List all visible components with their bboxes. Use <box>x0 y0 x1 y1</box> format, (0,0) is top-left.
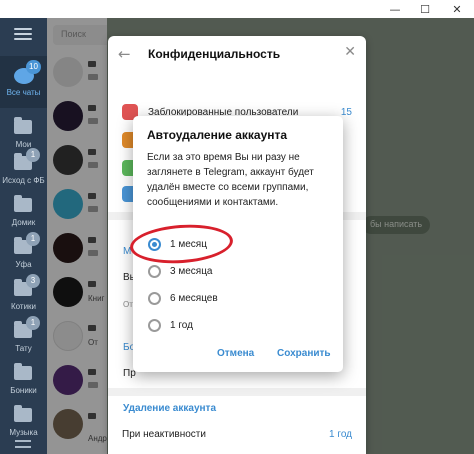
folder-icon <box>14 363 32 380</box>
radio-icon[interactable] <box>148 265 161 278</box>
folder-icon <box>14 195 32 212</box>
option-6-months[interactable]: 6 месяцев <box>145 288 331 310</box>
panel-header: ← Конфиденциальность ✕ <box>108 36 366 72</box>
minimize-icon[interactable]: — <box>384 0 406 18</box>
maximize-icon[interactable]: ☐ <box>414 0 436 18</box>
inactivity-label: При неактивности <box>122 429 206 440</box>
section-divider <box>108 388 366 396</box>
option-label: 3 месяца <box>170 266 213 277</box>
option-3-months[interactable]: 3 месяца <box>145 261 331 283</box>
folder-label: Тату <box>15 344 32 353</box>
folder-label: Боники <box>10 386 37 395</box>
inactivity-value: 1 год <box>329 429 352 440</box>
folder-label: Музыка <box>9 428 38 437</box>
folder-all-chats[interactable]: 10 Все чаты <box>0 56 47 108</box>
settings-sliders-icon[interactable] <box>15 440 31 448</box>
account-deletion-section: Удаление аккаунта <box>123 403 217 414</box>
panel-title: Конфиденциальность <box>148 47 281 61</box>
folder-badge: 1 <box>26 232 40 246</box>
folder-badge: 1 <box>26 316 40 330</box>
folder-label: Уфа <box>15 260 32 269</box>
option-1-year[interactable]: 1 год <box>145 315 331 337</box>
radio-icon[interactable] <box>148 319 161 332</box>
row-hint-partial: От <box>123 300 133 309</box>
folder-label: Домик <box>11 218 36 227</box>
folder-label: Котики <box>10 302 37 311</box>
folder-badge: 10 <box>26 60 41 74</box>
radio-icon[interactable] <box>148 292 161 305</box>
folder-icon <box>14 405 32 422</box>
blocked-users-count: 15 <box>340 107 352 118</box>
dialog-title: Автоудаление аккаунта <box>147 128 288 142</box>
save-button[interactable]: Сохранить <box>277 348 331 359</box>
menu-icon[interactable] <box>14 28 32 40</box>
close-icon[interactable]: ✕ <box>344 44 356 60</box>
telegram-app: 10 Все чаты Мои 1 Исход с ФБ Домик 1 Уфа… <box>0 18 474 454</box>
back-arrow-icon[interactable]: ← <box>118 45 131 63</box>
folder-label: Все чаты <box>6 88 41 97</box>
option-label: 1 год <box>170 320 193 331</box>
folder-label: Исход с ФБ <box>2 176 45 185</box>
folder-icon <box>14 117 32 134</box>
folder-badge: 1 <box>26 148 40 162</box>
inactivity-row[interactable]: При неактивности 1 год <box>108 420 366 448</box>
folder-badge: 3 <box>26 274 40 288</box>
cancel-button[interactable]: Отмена <box>217 348 254 359</box>
dialog-description: Если за это время Вы ни разу не заглянет… <box>147 152 314 208</box>
folder-sidebar: 10 Все чаты Мои 1 Исход с ФБ Домик 1 Уфа… <box>0 18 47 454</box>
close-window-icon[interactable]: ✕ <box>446 0 468 18</box>
option-label: 6 месяцев <box>170 293 218 304</box>
window-titlebar: — ☐ ✕ <box>0 0 474 18</box>
